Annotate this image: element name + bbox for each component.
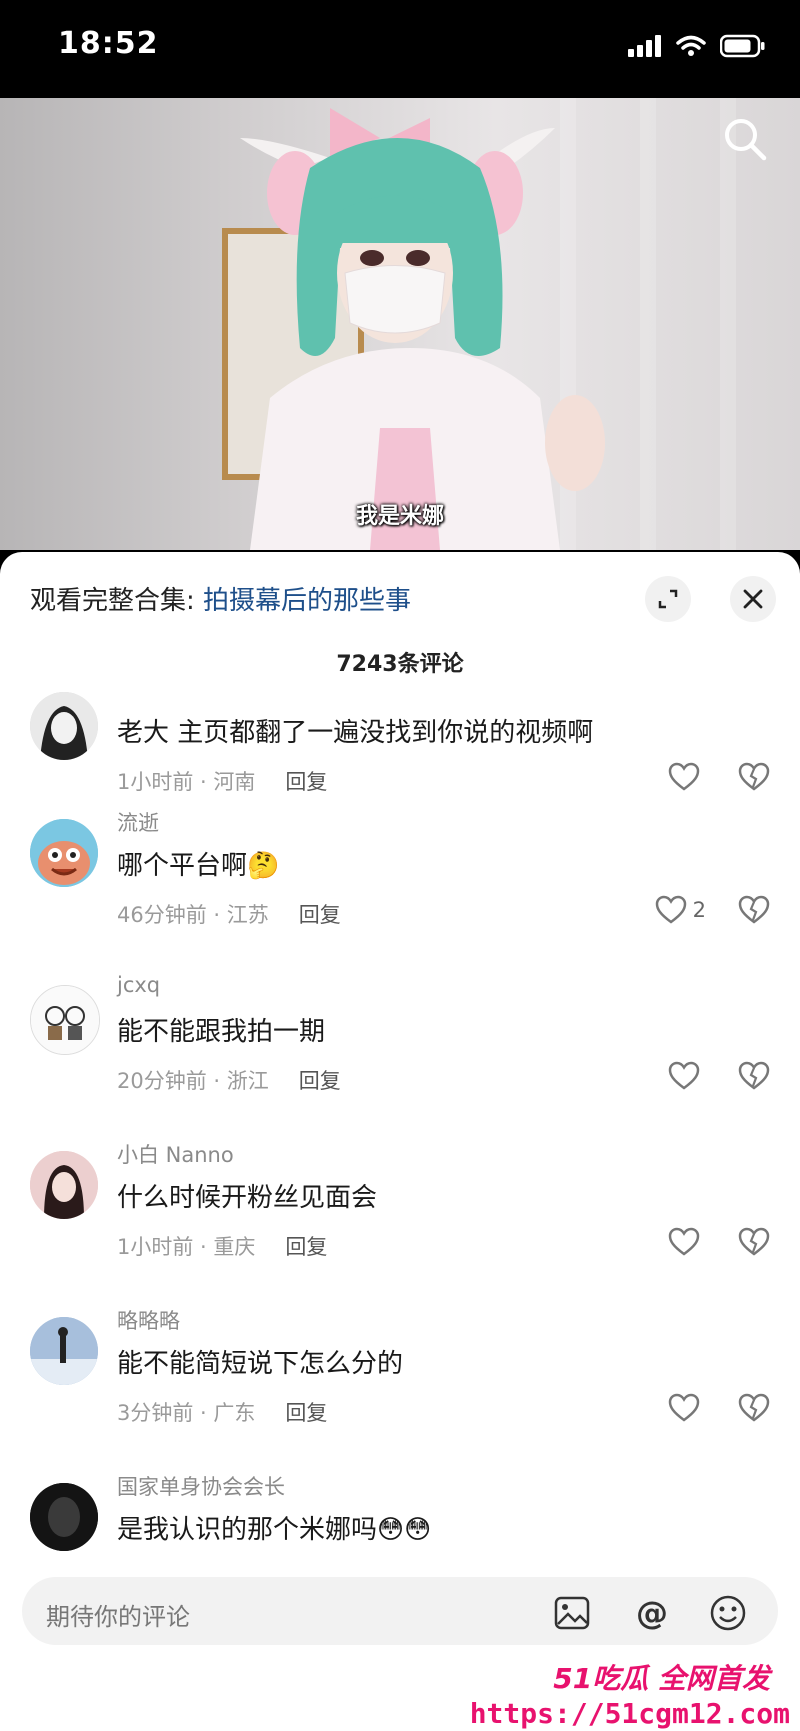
mention-button[interactable]: @ <box>632 1593 672 1633</box>
video-person <box>240 108 605 550</box>
broken-heart-icon <box>738 1393 770 1422</box>
smiley-icon <box>710 1595 746 1631</box>
comment-username[interactable]: jcxq <box>117 973 160 997</box>
comment-text: 哪个平台啊🤔 <box>117 851 280 881</box>
reply-button[interactable]: 回复 <box>299 1069 341 1093</box>
wifi-icon <box>676 35 706 61</box>
comment-meta: 1小时前 · 重庆 回复 <box>117 1231 327 1261</box>
list-item: 略略略 能不能简短说下怎么分的 3分钟前 · 广东 回复 <box>0 1305 800 1471</box>
heart-icon <box>668 1061 700 1090</box>
status-time: 18:52 <box>58 26 159 61</box>
comment-input-bar: 期待你的评论 @ 51吃瓜 全网首发 https://51cgm12.com <box>0 1565 800 1731</box>
comment-text: 能不能跟我拍一期 <box>117 1017 326 1047</box>
like-button[interactable]: 2 <box>655 895 706 925</box>
dislike-button[interactable] <box>738 762 770 796</box>
comment-input-placeholder: 期待你的评论 <box>46 1603 190 1631</box>
image-button[interactable] <box>552 1593 592 1633</box>
comment-text: 能不能简短说下怎么分的 <box>117 1349 404 1379</box>
comment-text: 什么时候开粉丝见面会 <box>117 1183 378 1213</box>
broken-heart-icon <box>738 1227 770 1256</box>
heart-icon <box>668 1227 700 1256</box>
comment-sheet: 观看完整合集: 拍摄幕后的那些事 7243条评论 老大 主页都翻了一遍没找到你说… <box>0 552 800 1731</box>
emoji-button[interactable] <box>708 1593 748 1633</box>
comment-meta: 3分钟前 · 广东 回复 <box>117 1397 327 1427</box>
watermark-brand: 51吃瓜 全网首发 <box>553 1662 770 1695</box>
like-count: 2 <box>692 898 706 922</box>
dislike-button[interactable] <box>738 895 770 929</box>
comment-time: 1小时前 · 重庆 <box>117 1235 256 1259</box>
broken-heart-icon <box>738 1061 770 1090</box>
search-icon <box>725 119 767 161</box>
comment-time: 3分钟前 · 广东 <box>117 1401 256 1425</box>
list-item: jcxq 能不能跟我拍一期 20分钟前 · 浙江 回复 <box>0 973 800 1139</box>
comment-time: 1小时前 · 河南 <box>117 770 256 794</box>
collection-link-row[interactable]: 观看完整合集: 拍摄幕后的那些事 <box>30 580 411 617</box>
video-subtitle: 我是米娜 <box>355 504 444 529</box>
heart-icon <box>668 1393 700 1422</box>
collection-prefix: 观看完整合集: <box>30 586 204 616</box>
expand-icon <box>658 589 678 609</box>
image-icon <box>554 1596 590 1630</box>
list-item: 国家单身协会会长 是我认识的那个米娜吗😳😳 <box>0 1471 800 1565</box>
list-item: 老大 主页都翻了一遍没找到你说的视频啊 1小时前 · 河南 回复 <box>0 692 800 798</box>
comment-list[interactable]: 老大 主页都翻了一遍没找到你说的视频啊 1小时前 · 河南 回复 流逝 哪个平台啊… <box>0 692 800 1565</box>
avatar[interactable] <box>30 985 100 1055</box>
like-button[interactable] <box>668 1393 700 1423</box>
reply-button[interactable]: 回复 <box>285 770 327 794</box>
comment-text: 老大 主页都翻了一遍没找到你说的视频啊 <box>117 718 594 748</box>
like-button[interactable] <box>668 1227 700 1257</box>
status-bar: 18:52 <box>0 0 800 98</box>
avatar[interactable] <box>30 1483 98 1551</box>
comment-username[interactable]: 略略略 <box>117 1305 180 1335</box>
like-button[interactable] <box>668 762 700 792</box>
avatar[interactable] <box>30 819 98 887</box>
comment-username[interactable]: 流逝 <box>117 807 159 837</box>
avatar[interactable] <box>30 1317 98 1385</box>
comment-username[interactable]: 小白 Nanno <box>117 1139 234 1169</box>
broken-heart-icon <box>738 762 770 791</box>
avatar[interactable] <box>30 1151 98 1219</box>
heart-icon <box>655 895 686 924</box>
search-button[interactable] <box>720 114 770 164</box>
reply-button[interactable]: 回复 <box>285 1401 327 1425</box>
dislike-button[interactable] <box>738 1227 770 1261</box>
collection-title[interactable]: 拍摄幕后的那些事 <box>203 586 411 616</box>
dislike-button[interactable] <box>738 1061 770 1095</box>
list-item: 小白 Nanno 什么时候开粉丝见面会 1小时前 · 重庆 回复 <box>0 1139 800 1305</box>
status-icons <box>628 34 766 62</box>
broken-heart-icon <box>738 895 770 924</box>
avatar[interactable] <box>30 692 98 760</box>
comment-text: 是我认识的那个米娜吗😳😳 <box>117 1515 432 1545</box>
video-player[interactable]: 我是米娜 <box>0 98 800 550</box>
at-icon: @ <box>636 1594 668 1632</box>
comment-meta: 20分钟前 · 浙江 回复 <box>117 1065 341 1095</box>
close-button[interactable] <box>730 576 776 622</box>
comment-username[interactable]: 国家单身协会会长 <box>117 1471 285 1501</box>
comment-count: 7243条评论 <box>336 652 464 677</box>
expand-button[interactable] <box>645 576 691 622</box>
reply-button[interactable]: 回复 <box>285 1235 327 1259</box>
comment-input[interactable]: 期待你的评论 @ <box>22 1577 778 1645</box>
comment-meta: 46分钟前 · 江苏 回复 <box>117 899 341 929</box>
battery-icon <box>719 34 766 62</box>
signal-icon <box>628 35 662 61</box>
dislike-button[interactable] <box>738 1393 770 1427</box>
close-icon <box>743 589 763 609</box>
comment-meta: 1小时前 · 河南 回复 <box>117 766 327 796</box>
heart-icon <box>668 762 700 791</box>
comment-time: 20分钟前 · 浙江 <box>117 1069 269 1093</box>
list-item: 流逝 哪个平台啊🤔 46分钟前 · 江苏 回复 2 <box>0 807 800 973</box>
watermark-url: https://51cgm12.com <box>469 1697 790 1730</box>
reply-button[interactable]: 回复 <box>299 903 341 927</box>
comment-time: 46分钟前 · 江苏 <box>117 903 269 927</box>
like-button[interactable] <box>668 1061 700 1091</box>
